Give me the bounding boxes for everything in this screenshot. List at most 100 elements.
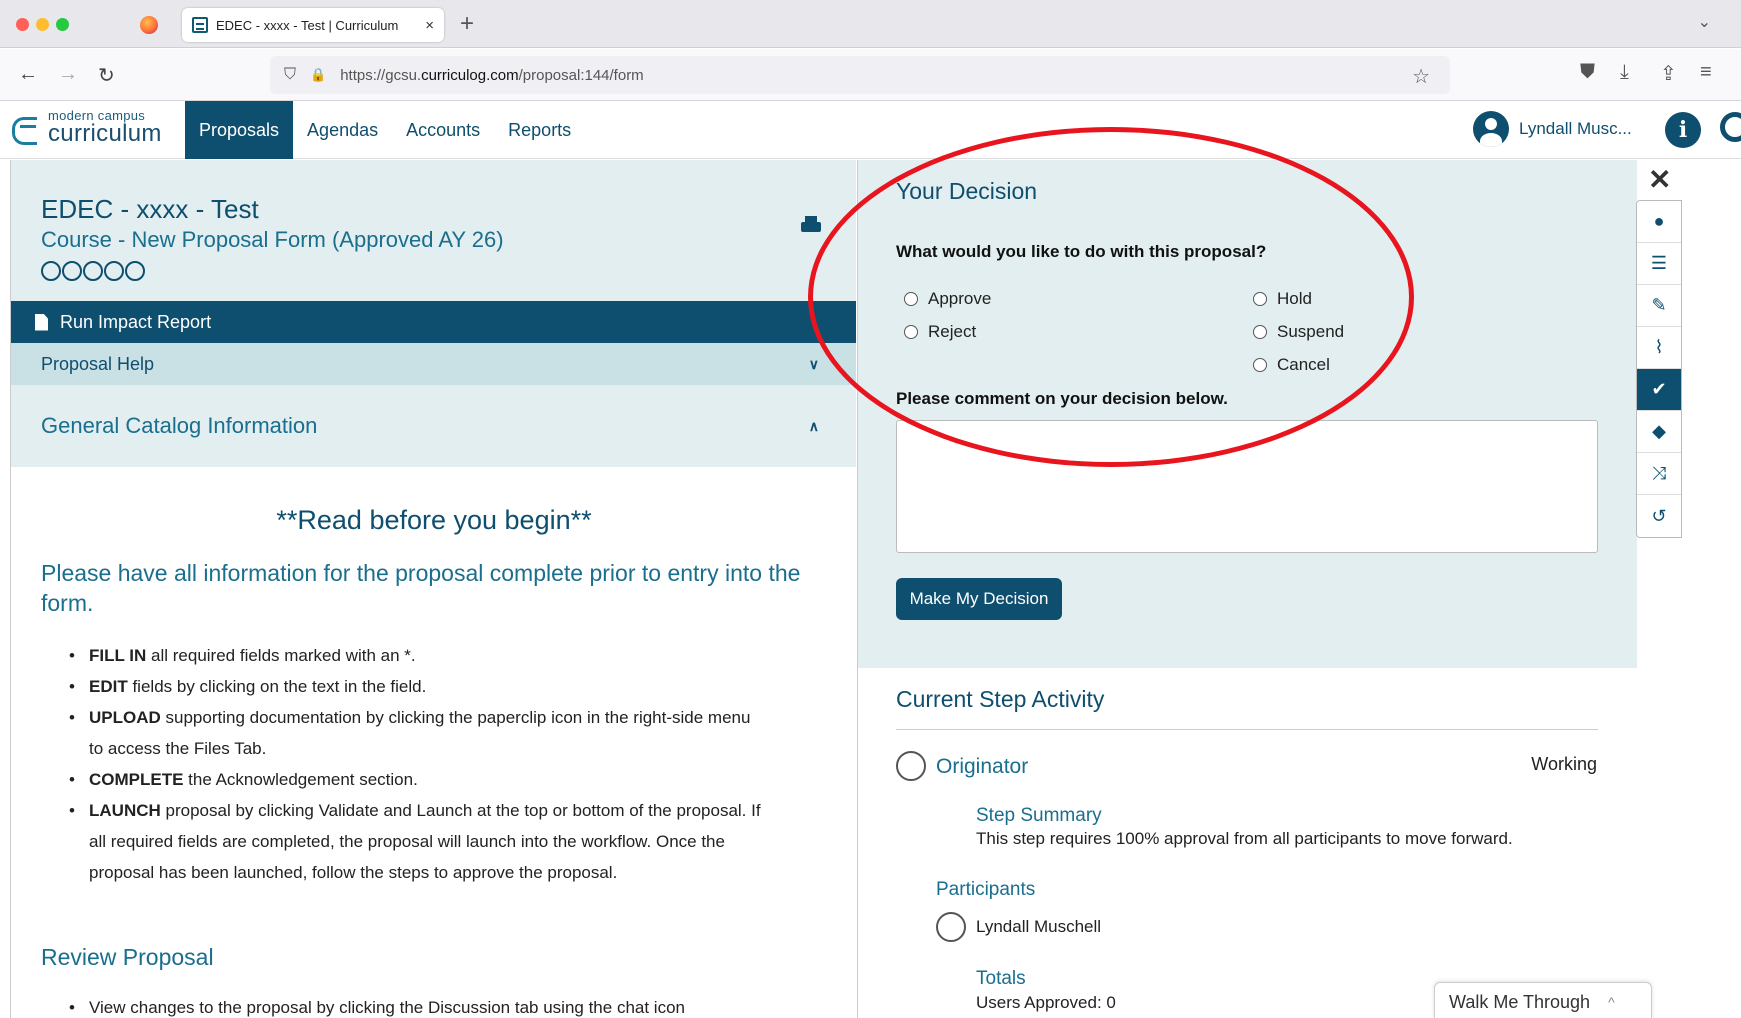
list-item: UPLOAD supporting documentation by click… [67, 702, 767, 764]
bookmark-star-icon[interactable]: ☆ [1412, 64, 1430, 89]
chevron-up-icon: ^ [1608, 994, 1615, 1010]
instructions-list: FILL IN all required fields marked with … [67, 640, 767, 888]
tab-close-icon[interactable]: × [425, 17, 434, 34]
history-icon[interactable]: ↺ [1637, 495, 1681, 537]
main-menu: Proposals Agendas Accounts Reports [185, 101, 585, 159]
radio-label: Suspend [1277, 322, 1345, 341]
url-bar[interactable]: ⛉ 🔒 https://gcsu. curriculog.com/proposal… [270, 56, 1450, 94]
close-icon[interactable]: ✕ [1648, 166, 1671, 194]
user-menu[interactable]: Lyndall Musc... [1473, 111, 1632, 147]
radio-circle[interactable] [1253, 358, 1267, 372]
totals-title: Totals [976, 968, 1026, 989]
chevron-down-icon: ∨ [808, 355, 819, 372]
step-status-circle [896, 751, 926, 781]
walk-me-through-button[interactable]: Walk Me Through ^ [1434, 982, 1652, 1018]
download-icon[interactable]: ⤓ [1620, 61, 1629, 84]
tab-title: EDEC - xxxx - Test | Curriculum [216, 17, 399, 33]
user-name: Lyndall Musc... [1519, 119, 1632, 138]
tab-list-icon[interactable]: ⌄ [1698, 12, 1711, 32]
proposal-form-name: Course - New Proposal Form (Approved AY … [41, 227, 504, 252]
participants-title: Participants [936, 879, 1036, 900]
url-domain: curriculog.com [421, 66, 519, 84]
window-minimize-button[interactable] [36, 18, 49, 31]
edit-icon[interactable]: ✎ [1637, 285, 1681, 327]
make-my-decision-button[interactable]: Make My Decision [896, 578, 1062, 620]
print-icon[interactable] [801, 216, 821, 234]
menu-agendas[interactable]: Agendas [293, 101, 392, 159]
proposal-header: EDEC - xxxx - Test Course - New Proposal… [11, 160, 856, 301]
shuffle-icon[interactable]: ⤨ [1637, 453, 1681, 495]
shield-icon[interactable]: ⛉ [284, 66, 296, 84]
radio-circle[interactable] [904, 325, 918, 339]
chevron-up-icon: ∧ [808, 417, 819, 434]
general-catalog-section-header[interactable]: General Catalog Information ∧ [11, 385, 856, 467]
review-list: View changes to the proposal by clicking… [67, 998, 827, 1018]
modern-campus-logo[interactable]: modern campus curriculum [10, 109, 162, 146]
lock-icon[interactable]: 🔒 [310, 67, 326, 83]
decision-title: Your Decision [896, 178, 1038, 204]
menu-reports[interactable]: Reports [494, 101, 585, 159]
browser-menu-icon[interactable]: ≡ [1700, 61, 1712, 84]
radio-circle[interactable] [904, 292, 918, 306]
app-header: modern campus curriculum Proposals Agend… [0, 101, 1741, 159]
radio-cancel[interactable]: Cancel [1253, 355, 1330, 375]
radio-circle[interactable] [1253, 292, 1267, 306]
list-item: FILL IN all required fields marked with … [67, 640, 767, 671]
window-zoom-button[interactable] [56, 18, 69, 31]
route-icon[interactable]: ◆ [1637, 411, 1681, 453]
pocket-icon[interactable]: ⛊ [1580, 61, 1595, 84]
back-icon[interactable]: ← [18, 63, 38, 86]
instructions-heading: Please have all information for the prop… [41, 560, 801, 616]
window-close-button[interactable] [16, 18, 29, 31]
reload-icon[interactable]: ↻ [98, 63, 115, 88]
step-status: Working [1531, 754, 1597, 774]
progress-dot [41, 261, 61, 281]
url-prefix: https://gcsu. [340, 66, 422, 84]
list-item: LAUNCH proposal by clicking Validate and… [67, 795, 767, 888]
list-item: COMPLETE the Acknowledgement section. [67, 764, 767, 795]
browser-nav-bar: ← → ↻ ⛉ 🔒 https://gcsu. curriculog.com/pr… [0, 49, 1741, 101]
radio-label: Reject [928, 322, 977, 341]
radio-hold[interactable]: Hold [1253, 289, 1312, 309]
info-icon[interactable]: i [1665, 112, 1701, 148]
run-impact-report-button[interactable]: Run Impact Report [11, 301, 856, 343]
step-name[interactable]: Originator [936, 755, 1028, 779]
list-icon[interactable]: ☰ [1637, 243, 1681, 285]
paperclip-icon[interactable]: ⌇ [1637, 327, 1681, 369]
decision-panel: Your Decision What would you like to do … [857, 160, 1637, 1018]
decision-comment-textarea[interactable] [896, 420, 1598, 553]
proposal-title: EDEC - xxxx - Test [41, 194, 259, 224]
side-toolbar: ● ☰ ✎ ⌇ ✔ ◆ ⤨ ↺ [1636, 200, 1682, 538]
section-title: General Catalog Information [41, 413, 318, 438]
radio-suspend[interactable]: Suspend [1253, 322, 1344, 342]
url-path: /proposal:144/form [518, 66, 644, 84]
radio-reject[interactable]: Reject [904, 322, 976, 342]
decision-question: What would you like to do with this prop… [896, 242, 1267, 261]
menu-accounts[interactable]: Accounts [392, 101, 494, 159]
search-icon[interactable] [1720, 112, 1741, 142]
read-before-heading: **Read before you begin** [276, 505, 592, 535]
proposal-help-toggle[interactable]: Proposal Help ∨ [11, 343, 856, 385]
walk-me-label: Walk Me Through [1449, 991, 1591, 1012]
radio-approve[interactable]: Approve [904, 289, 991, 309]
radio-circle[interactable] [1253, 325, 1267, 339]
discussion-icon[interactable]: ● [1637, 201, 1681, 243]
list-item: EDIT fields by clicking on the text in t… [67, 671, 767, 702]
forward-icon[interactable]: → [58, 63, 78, 86]
curriculum-favicon-icon [192, 17, 208, 33]
menu-proposals[interactable]: Proposals [185, 101, 294, 159]
share-icon[interactable]: ⇪ [1660, 61, 1677, 86]
firefox-icon [140, 16, 158, 34]
run-impact-report-label: Run Impact Report [60, 311, 212, 332]
check-icon[interactable]: ✔ [1637, 369, 1681, 411]
progress-dot [62, 261, 82, 281]
step-summary-title: Step Summary [976, 805, 1102, 826]
progress-dot [83, 261, 103, 281]
progress-dots [41, 261, 146, 281]
browser-tab-bar: EDEC - xxxx - Test | Curriculum × + ⌄ [0, 0, 1741, 48]
new-tab-button[interactable]: + [460, 10, 474, 38]
browser-tab[interactable]: EDEC - xxxx - Test | Curriculum × [182, 8, 444, 42]
participant-status-circle [936, 912, 966, 942]
user-avatar-icon [1473, 111, 1509, 147]
review-proposal-heading: Review Proposal [41, 944, 214, 970]
